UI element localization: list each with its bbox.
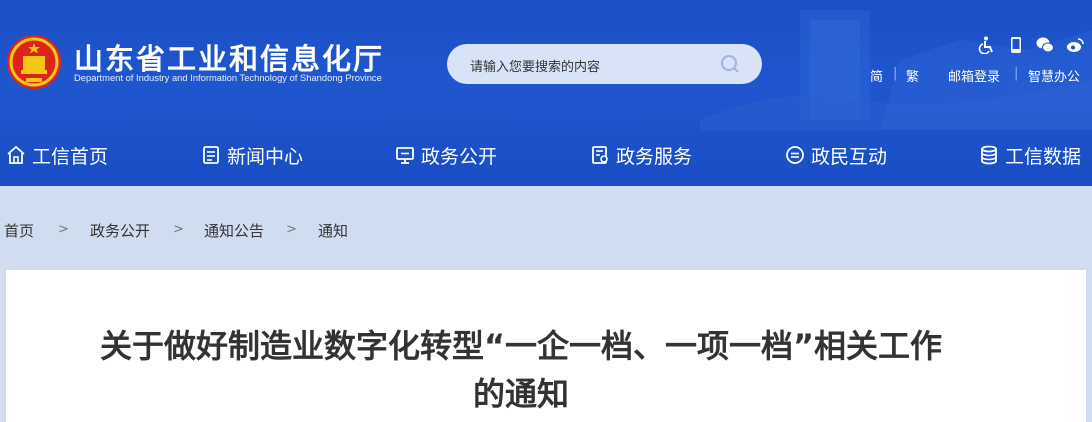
breadcrumb-item-announcements[interactable]: 通知公告 (204, 220, 264, 241)
search-box[interactable]: 请输入您要搜索的内容 (447, 44, 762, 84)
nav-item-label: 政务服务 (616, 145, 693, 168)
wechat-icon[interactable] (1036, 36, 1054, 54)
nav-item-gov-affairs[interactable]: 政务公开 (395, 142, 497, 168)
nav-item-data[interactable]: 工信数据 (979, 142, 1081, 168)
divider: | (893, 66, 898, 81)
nav-item-label: 工信首页 (32, 145, 109, 168)
monitor-icon (396, 147, 414, 164)
article-title: 关于做好制造业数字化转型“一企一档、一项一档”相关工作的通知 (99, 327, 943, 413)
home-icon (7, 145, 25, 164)
news-icon (203, 146, 219, 164)
site-header: 山东省工业和信息化厅 Department of Industry and In… (0, 0, 1092, 186)
top-links: 简 | 繁 邮箱登录 | 智慧办公 (862, 66, 1090, 85)
nav-item-label: 工信数据 (1005, 145, 1082, 168)
nav-item-home[interactable]: 工信首页 (6, 142, 108, 168)
nav-item-news[interactable]: 新闻中心 (201, 142, 303, 168)
breadcrumb-separator: > (286, 222, 297, 237)
mobile-icon[interactable] (1007, 36, 1025, 54)
search-icon[interactable] (720, 54, 740, 74)
nav-item-interaction[interactable]: 政民互动 (785, 142, 887, 168)
traditional-link[interactable]: 繁 (906, 66, 919, 85)
breadcrumb-item-notice[interactable]: 通知 (318, 220, 348, 241)
nav-item-label: 政务公开 (421, 145, 498, 168)
divider: | (1014, 66, 1019, 81)
chat-icon (786, 146, 804, 164)
simplified-link[interactable]: 简 (870, 66, 883, 85)
smart-office-link[interactable]: 智慧办公 (1028, 66, 1080, 85)
breadcrumb-item-home[interactable]: 首页 (4, 220, 34, 241)
breadcrumb-separator: > (58, 222, 69, 237)
national-emblem-icon (7, 35, 61, 89)
top-icon-bar (976, 36, 1088, 54)
search-input[interactable]: 请输入您要搜索的内容 (470, 56, 600, 75)
nav-item-label: 政民互动 (811, 145, 888, 168)
weibo-icon[interactable] (1066, 36, 1084, 54)
article-panel: 关于做好制造业数字化转型“一企一档、一项一档”相关工作的通知 (6, 270, 1086, 422)
database-icon (981, 145, 997, 165)
mail-login-link[interactable]: 邮箱登录 (948, 66, 1000, 85)
service-icon (592, 146, 608, 164)
site-subtitle: Department of Industry and Information T… (74, 72, 382, 83)
breadcrumb-separator: > (173, 222, 184, 237)
nav-item-gov-service[interactable]: 政务服务 (590, 142, 692, 168)
nav-item-label: 新闻中心 (227, 145, 304, 168)
breadcrumb-item-gov-affairs[interactable]: 政务公开 (90, 220, 150, 241)
accessibility-icon[interactable] (978, 36, 996, 54)
